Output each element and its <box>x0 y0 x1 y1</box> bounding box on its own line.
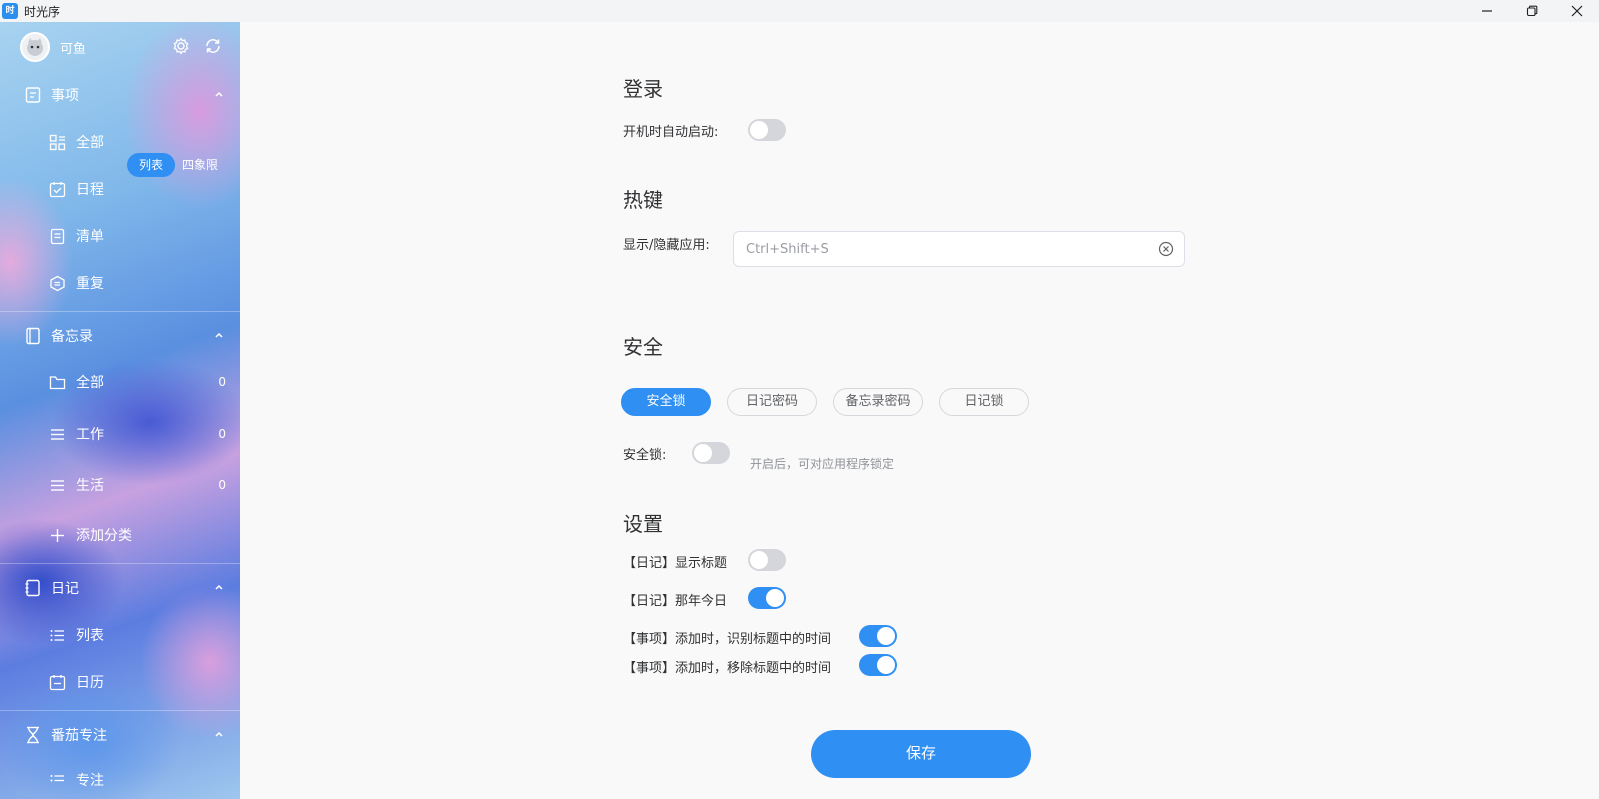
section-title-security: 安全 <box>623 335 663 359</box>
sidebar-section-label: 番茄专注 <box>51 728 107 744</box>
sidebar-section-memo[interactable]: 备忘录 <box>0 316 240 356</box>
sidebar-item-add-category[interactable]: 添加分类 <box>0 517 240 553</box>
folder-icon <box>49 375 66 389</box>
sidebar-item-label: 专注 <box>76 773 104 789</box>
sidebar-section-tasks[interactable]: 事项 <box>0 75 240 115</box>
item-count: 0 <box>218 478 226 492</box>
option-task-detect-time-label: 【事项】添加时，识别标题中的时间 <box>623 632 832 647</box>
bullet-list-icon <box>50 629 64 641</box>
sidebar-item-label: 重复 <box>76 276 104 292</box>
repeat-icon <box>50 275 65 291</box>
sidebar-item-diary-calendar[interactable]: 日历 <box>0 664 240 700</box>
sidebar-divider <box>0 311 240 312</box>
restore-icon <box>1526 5 1537 17</box>
sidebar-item-label: 全部 <box>76 135 104 151</box>
sidebar-item-memo-life[interactable]: 生活 0 <box>0 467 240 503</box>
close-icon <box>1571 5 1582 17</box>
sidebar-item-label: 全部 <box>76 375 104 391</box>
sidebar-divider <box>0 710 240 711</box>
option-diary-show-title-label: 【日记】显示标题 <box>623 556 728 571</box>
chevron-up-icon <box>215 731 223 737</box>
save-button[interactable]: 保存 <box>811 730 1031 778</box>
sidebar-section-label: 事项 <box>51 88 79 104</box>
diary-icon <box>25 579 40 597</box>
restore-button[interactable] <box>1509 0 1554 22</box>
user-row: 可鱼 <box>20 31 230 63</box>
sidebar-item-label: 日程 <box>76 182 104 198</box>
sidebar-item-diary-list[interactable]: 列表 <box>0 617 240 653</box>
section-title-login: 登录 <box>623 77 663 101</box>
plus-icon <box>51 528 64 542</box>
clear-icon[interactable] <box>1158 241 1174 257</box>
hourglass-icon <box>27 726 39 744</box>
sidebar-item-label: 工作 <box>76 427 104 443</box>
security-lock-hint: 开启后，可对应用程序锁定 <box>750 457 895 471</box>
list-icon <box>51 479 64 491</box>
calendar-check-icon <box>49 181 66 197</box>
option-diary-show-title-toggle[interactable] <box>748 549 786 571</box>
sidebar: 可鱼 事项 全部 列表 四象限 日程 清单 重复 备忘录 全部 0 工作 0 生… <box>0 22 240 799</box>
sidebar-divider <box>0 563 240 564</box>
user-actions <box>172 37 222 55</box>
option-diary-on-this-day-toggle[interactable] <box>748 587 786 609</box>
minimize-icon <box>1481 10 1492 12</box>
security-lock-toggle[interactable] <box>692 442 730 464</box>
autostart-label: 开机时自动启动: <box>623 125 719 140</box>
option-task-remove-time-label: 【事项】添加时，移除标题中的时间 <box>623 661 832 676</box>
settings-panel: 登录 开机时自动启动: 热键 显示/隐藏应用: 安全 安全锁 日记密码 备忘录密… <box>240 22 1599 799</box>
sidebar-item-focus[interactable]: 专注 <box>0 762 240 798</box>
sync-icon[interactable] <box>204 37 222 55</box>
autostart-toggle[interactable] <box>748 119 786 141</box>
hotkey-field <box>733 231 1185 267</box>
sidebar-item-checklist[interactable]: 清单 <box>0 218 240 254</box>
item-count: 0 <box>218 427 226 441</box>
sidebar-item-label: 生活 <box>76 478 104 494</box>
sidebar-section-diary[interactable]: 日记 <box>0 568 240 608</box>
section-title-general: 设置 <box>623 512 663 536</box>
sidebar-item-label: 列表 <box>76 628 104 644</box>
sidebar-item-label: 清单 <box>76 229 104 245</box>
tab-security-lock[interactable]: 安全锁 <box>621 388 711 416</box>
sidebar-section-label: 日记 <box>51 581 79 597</box>
notebook-icon <box>25 87 41 103</box>
sidebar-item-label: 添加分类 <box>76 528 132 544</box>
tab-memo-password[interactable]: 备忘录密码 <box>833 388 923 416</box>
option-task-detect-time-toggle[interactable] <box>859 625 897 647</box>
avatar[interactable] <box>20 32 50 62</box>
window-title: 时光序 <box>24 4 61 19</box>
option-diary-on-this-day-label: 【日记】那年今日 <box>623 594 728 609</box>
checklist-icon <box>50 228 65 244</box>
grid-icon <box>49 134 66 150</box>
sidebar-item-memo-all[interactable]: 全部 0 <box>0 364 240 400</box>
gear-icon[interactable] <box>172 37 190 55</box>
option-task-remove-time-toggle[interactable] <box>859 654 897 676</box>
hotkey-input[interactable] <box>746 241 1146 257</box>
title-bar: 时 时光序 <box>0 0 1599 22</box>
chevron-up-icon <box>215 332 223 338</box>
tab-diary-password[interactable]: 日记密码 <box>727 388 817 416</box>
sidebar-section-label: 备忘录 <box>51 329 93 345</box>
chevron-up-icon <box>215 91 223 97</box>
sidebar-section-pomodoro[interactable]: 番茄专注 <box>0 715 240 755</box>
section-title-hotkey: 热键 <box>623 188 663 212</box>
list-icon <box>51 428 64 440</box>
calendar-icon <box>49 674 66 690</box>
minimize-button[interactable] <box>1464 0 1509 22</box>
tab-diary-lock[interactable]: 日记锁 <box>939 388 1029 416</box>
sidebar-item-repeat[interactable]: 重复 <box>0 265 240 301</box>
security-lock-label: 安全锁: <box>623 448 667 463</box>
window-controls <box>1464 0 1599 22</box>
sidebar-item-memo-work[interactable]: 工作 0 <box>0 416 240 452</box>
hotkey-label: 显示/隐藏应用: <box>623 238 710 253</box>
bullet-list-icon <box>50 774 64 781</box>
memo-book-icon <box>26 327 40 345</box>
close-button[interactable] <box>1554 0 1599 22</box>
app-icon: 时 <box>2 3 18 19</box>
sidebar-item-schedule[interactable]: 日程 <box>0 171 240 207</box>
user-name[interactable]: 可鱼 <box>60 38 86 57</box>
cat-avatar-icon <box>27 38 43 56</box>
item-count: 0 <box>218 375 226 389</box>
sidebar-item-label: 日历 <box>76 675 104 691</box>
chevron-up-icon <box>215 584 223 590</box>
